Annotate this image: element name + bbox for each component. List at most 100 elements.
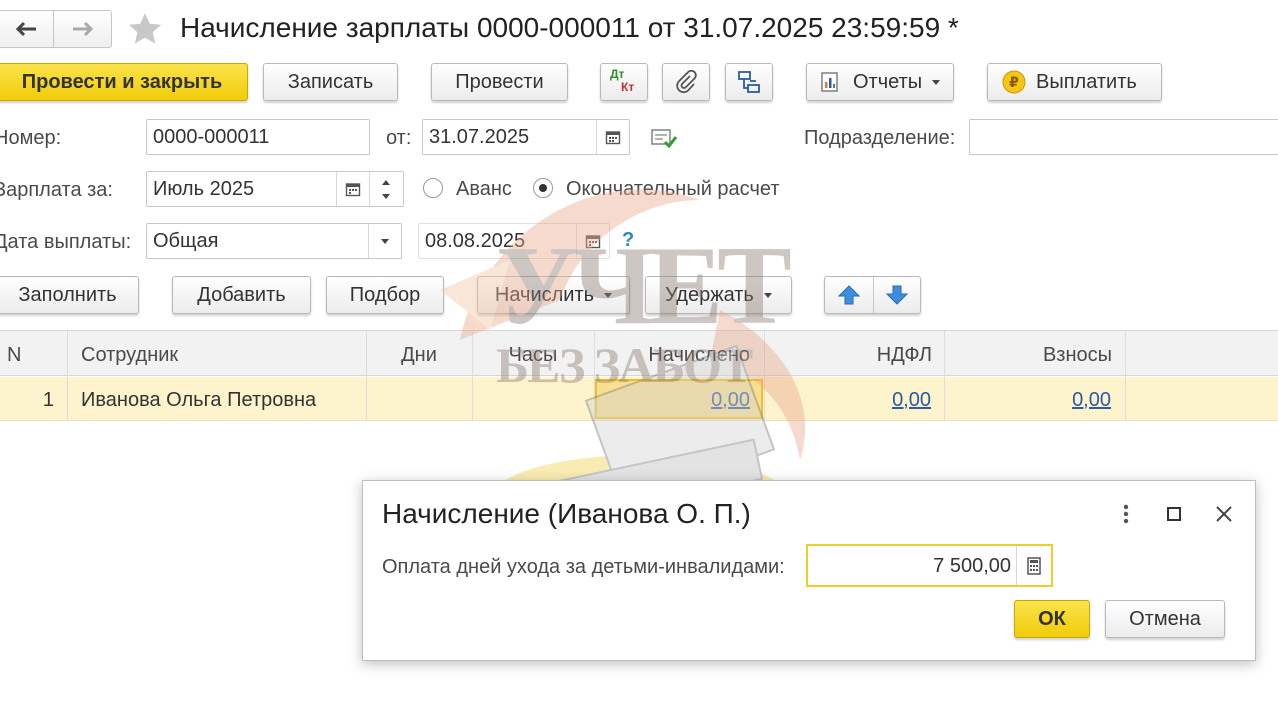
row-employee[interactable]: Иванова Ольга Петровна (81, 380, 316, 420)
col-header-accrued[interactable]: Начислено (594, 333, 750, 377)
svg-text:₽: ₽ (1009, 75, 1019, 91)
calendar-icon (605, 131, 621, 145)
col-header-employee[interactable]: Сотрудник (81, 333, 178, 377)
salary-for-label: Зарплата за: (0, 179, 113, 201)
move-buttons (824, 276, 921, 314)
date-from-label: от: (386, 127, 412, 149)
chevron-down-icon (932, 79, 941, 85)
checked-document-icon[interactable] (650, 126, 678, 150)
withhold-button[interactable]: Удержать (645, 276, 792, 314)
row-ndfl-link[interactable]: 0,00 (764, 380, 931, 420)
calculator-button[interactable] (1016, 546, 1051, 585)
column-divider (67, 331, 68, 421)
cancel-button[interactable]: Отмена (1105, 600, 1225, 638)
attach-button[interactable] (662, 63, 710, 101)
advance-radio[interactable] (423, 178, 443, 198)
col-header-hours[interactable]: Часы (472, 333, 594, 377)
row-number: 1 (42, 388, 54, 411)
save-button[interactable]: Записать (263, 63, 398, 101)
calculator-icon (1027, 556, 1041, 575)
structure-icon (738, 71, 760, 93)
payday-type-select[interactable]: Общая (146, 223, 402, 259)
page-title: Начисление зарплаты 0000-000011 от 31.07… (180, 12, 959, 43)
number-label: Номер: (0, 127, 62, 149)
payday-type-value: Общая (153, 229, 219, 252)
forward-button[interactable] (54, 11, 111, 47)
dialog-menu-button[interactable] (1117, 501, 1135, 527)
report-icon (821, 72, 838, 92)
kt-label: Кт (621, 80, 635, 94)
reports-button[interactable]: Отчеты (806, 63, 954, 101)
arrow-down-icon (885, 285, 908, 305)
period-spinner[interactable] (369, 172, 403, 206)
pay-label: Выплатить (1036, 70, 1137, 93)
spin-up-icon[interactable] (382, 180, 390, 185)
post-button[interactable]: Провести (431, 63, 568, 101)
salary-period-field[interactable]: Июль 2025 (146, 171, 404, 207)
dt-kt-icon: Дт Кт (608, 68, 640, 96)
close-icon (1216, 506, 1232, 522)
advance-label: Аванс (456, 178, 512, 200)
accrue-label: Начислить (494, 283, 595, 306)
dt-kt-button[interactable]: Дт Кт (600, 63, 648, 101)
pay-button[interactable]: ₽ Выплатить (987, 63, 1162, 101)
maximize-icon (1167, 507, 1181, 521)
ok-button[interactable]: ОК (1014, 600, 1090, 638)
paperclip-icon (676, 70, 697, 94)
accrue-button[interactable]: Начислить (477, 276, 630, 314)
row-accrued-link[interactable]: 0,00 (595, 380, 750, 420)
more-vertical-icon (1123, 504, 1129, 524)
reports-label: Отчеты (853, 70, 923, 93)
col-header-n[interactable]: N (7, 333, 21, 377)
arrow-right-icon (72, 21, 93, 37)
fill-button[interactable]: Заполнить (0, 276, 139, 314)
chevron-down-icon (381, 238, 389, 244)
col-header-contributions[interactable]: Взносы (944, 333, 1112, 377)
amount-field[interactable]: 7 500,00 (806, 544, 1053, 587)
calendar-icon (585, 235, 601, 249)
arrow-up-icon (837, 285, 860, 305)
row-contributions-link[interactable]: 0,00 (944, 380, 1111, 420)
spin-down-icon[interactable] (382, 194, 390, 199)
maximize-button[interactable] (1163, 503, 1185, 525)
back-button[interactable] (0, 11, 54, 47)
calendar-icon (345, 183, 361, 197)
nav-buttons (0, 10, 112, 48)
date-field[interactable]: 31.07.2025 (422, 119, 630, 155)
select-button[interactable]: Подбор (326, 276, 444, 314)
salary-period-value: Июль 2025 (153, 177, 255, 200)
calendar-button[interactable] (596, 120, 629, 154)
number-field[interactable]: 0000-000011 (146, 119, 370, 155)
close-button[interactable] (1211, 501, 1237, 527)
col-header-ndfl[interactable]: НДФЛ (764, 333, 932, 377)
withhold-label: Удержать (665, 283, 754, 306)
arrow-left-icon (15, 21, 36, 37)
calendar-button[interactable] (336, 172, 369, 206)
calendar-button[interactable] (576, 224, 609, 258)
chevron-down-icon (763, 292, 772, 298)
star-icon[interactable] (126, 11, 164, 47)
radio-dot (539, 184, 547, 192)
title-bar: Начисление зарплаты 0000-000011 от 31.07… (0, 0, 1278, 58)
payday-date-value: 08.08.2025 (425, 229, 526, 252)
row-hours[interactable] (472, 380, 594, 420)
help-link[interactable]: ? (622, 229, 634, 252)
payday-date-field[interactable]: 08.08.2025 (418, 223, 610, 259)
dialog-title: Начисление (Иванова О. П.) (382, 498, 751, 529)
add-button[interactable]: Добавить (172, 276, 311, 314)
move-down-button[interactable] (874, 277, 921, 313)
subdivision-field[interactable] (969, 119, 1278, 155)
structure-button[interactable] (725, 63, 773, 101)
date-value: 31.07.2025 (429, 125, 530, 148)
column-divider (1125, 331, 1126, 421)
dialog-field-label: Оплата дней ухода за детьми-инвалидами: (382, 556, 785, 578)
move-up-button[interactable] (825, 277, 874, 313)
final-calc-label: Окончательный расчет (566, 178, 780, 200)
final-calc-radio[interactable] (533, 178, 553, 198)
payday-label: Дата выплаты: (0, 231, 132, 253)
chevron-down-icon (604, 292, 613, 298)
row-days[interactable] (366, 380, 472, 420)
dropdown-button[interactable] (368, 224, 401, 258)
col-header-days[interactable]: Дни (366, 333, 472, 377)
post-and-close-button[interactable]: Провести и закрыть (0, 63, 248, 101)
